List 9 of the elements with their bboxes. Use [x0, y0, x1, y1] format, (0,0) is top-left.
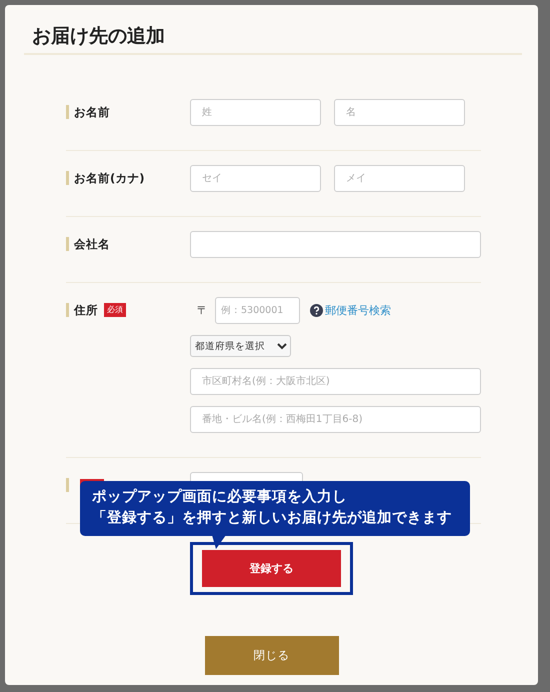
tooltip-text: ポップアップ画面に必要事項を入力し — [92, 488, 348, 507]
field-label: 住所 — [66, 303, 98, 317]
field-label: お名前 — [66, 105, 110, 119]
postal-mark: 〒 — [197, 303, 208, 318]
required-badge: 必須 — [104, 303, 126, 317]
field-label: 会社名 — [66, 237, 110, 251]
tooltip-text: 「登録する」を押すと新しいお届け先が追加できます — [92, 508, 453, 528]
dialog-title: お届け先の追加 — [32, 24, 165, 49]
field-label: お名前(カナ) — [66, 171, 145, 185]
